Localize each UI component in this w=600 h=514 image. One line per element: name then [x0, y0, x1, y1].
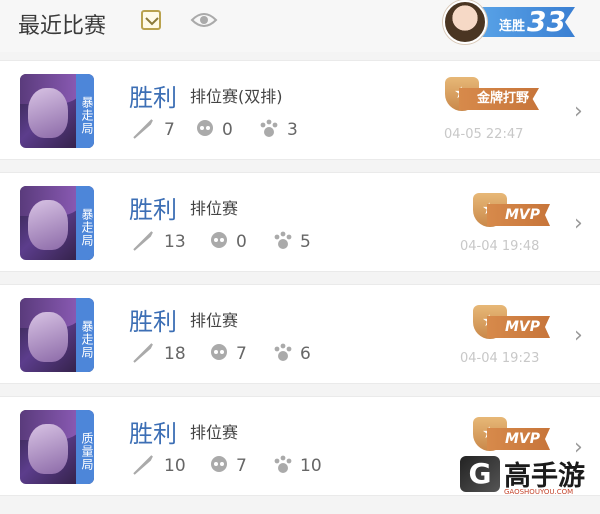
sword-icon	[132, 342, 154, 368]
badge-label: MVP	[487, 428, 551, 450]
match-time: 04-05 22:47	[444, 127, 524, 142]
paw-icon	[272, 230, 294, 256]
paw-icon	[258, 118, 280, 144]
paw-icon	[272, 342, 294, 368]
assists-value: 5	[300, 232, 311, 252]
eye-icon[interactable]	[190, 10, 218, 34]
sword-icon	[132, 230, 154, 256]
match-mode: 排位赛(双排)	[190, 87, 283, 106]
hero-avatar: 质量局	[20, 410, 94, 484]
kills-value: 7	[164, 120, 175, 140]
kills-value: 10	[164, 456, 186, 476]
deaths-value: 7	[236, 344, 247, 364]
avatar	[443, 0, 487, 44]
deaths-value: 0	[236, 232, 247, 252]
match-result: 胜利	[129, 308, 177, 336]
watermark-url: GAOSHOUYOU.COM	[504, 488, 574, 496]
hero-avatar: 暴走局	[20, 298, 94, 372]
mvp-badge: MVP	[473, 305, 553, 339]
match-tag: 暴走局	[76, 74, 94, 148]
match-time: 04-04 19:48	[460, 239, 540, 254]
hero-avatar: 暴走局	[20, 186, 94, 260]
streak-count: 33	[527, 5, 566, 38]
header-bar: 最近比赛 连胜 33	[0, 0, 600, 52]
kills-value: 13	[164, 232, 186, 252]
match-tag: 暴走局	[76, 298, 94, 372]
chevron-right-icon[interactable]: ›	[574, 99, 583, 124]
streak-label: 连胜	[499, 19, 526, 34]
match-mode: 排位赛	[190, 423, 239, 442]
logo-icon: G	[460, 456, 500, 492]
check-box-icon[interactable]	[141, 10, 161, 30]
site-watermark: G 高手游 GAOSHOUYOU.COM	[460, 452, 596, 510]
page-title: 最近比赛	[18, 14, 107, 39]
skull-icon	[208, 230, 230, 256]
match-mode: 排位赛	[190, 311, 239, 330]
match-result: 胜利	[129, 84, 177, 112]
kills-value: 18	[164, 344, 186, 364]
deaths-value: 7	[236, 456, 247, 476]
chevron-right-icon[interactable]: ›	[574, 211, 583, 236]
match-card[interactable]: 暴走局 胜利 排位赛 13 0 5 MVP 04-04 19:48 ›	[0, 172, 600, 272]
sword-icon	[132, 118, 154, 144]
match-mode: 排位赛	[190, 199, 239, 218]
hero-avatar: 暴走局	[20, 74, 94, 148]
badge-label: MVP	[487, 316, 551, 338]
match-result: 胜利	[129, 196, 177, 224]
skull-icon	[208, 454, 230, 480]
mvp-badge: MVP	[473, 193, 553, 227]
assists-value: 6	[300, 344, 311, 364]
chevron-right-icon[interactable]: ›	[574, 323, 583, 348]
deaths-value: 0	[222, 120, 233, 140]
badge-label: MVP	[487, 204, 551, 226]
match-tag: 暴走局	[76, 186, 94, 260]
match-result: 胜利	[129, 420, 177, 448]
match-card[interactable]: 暴走局 胜利 排位赛(双排) 7 0 3 金牌打野 04-05 22:47 ›	[0, 60, 600, 160]
match-tag: 质量局	[76, 410, 94, 484]
paw-icon	[272, 454, 294, 480]
match-time: 04-04 19:23	[460, 351, 540, 366]
sword-icon	[132, 454, 154, 480]
assists-value: 3	[287, 120, 298, 140]
match-card[interactable]: 暴走局 胜利 排位赛 18 7 6 MVP 04-04 19:23 ›	[0, 284, 600, 384]
gold-jungler-badge: 金牌打野	[445, 77, 563, 113]
skull-icon	[194, 118, 216, 144]
mvp-badge: MVP	[473, 417, 553, 451]
badge-label: 金牌打野	[459, 88, 540, 110]
win-streak-badge: 连胜 33	[443, 0, 578, 44]
skull-icon	[208, 342, 230, 368]
assists-value: 10	[300, 456, 322, 476]
